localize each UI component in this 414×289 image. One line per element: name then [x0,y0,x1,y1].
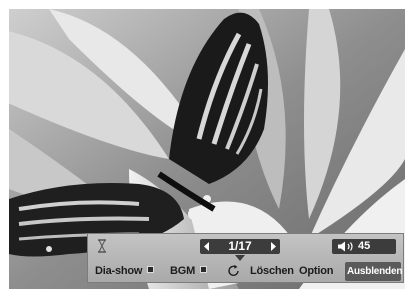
bgm-button[interactable]: BGM [168,262,209,281]
toolbar-button-row: Dia-show BGM Löschen Option Ausblenden [88,259,403,283]
hourglass-icon [98,239,106,253]
photo-viewer-screen: 1/17 45 Dia-show BGM Löschen Option Ausb… [9,9,405,289]
square-icon [147,266,155,273]
speaker-icon [338,241,353,252]
square-icon [200,266,208,273]
repeat-icon[interactable] [227,264,241,278]
page-counter: 1/17 [228,239,252,253]
delete-button[interactable]: Löschen [248,262,296,281]
toolbar-status-row: 1/17 45 [88,234,403,261]
option-label: Option [299,265,334,277]
slideshow-toolbar: 1/17 45 Dia-show BGM Löschen Option Ausb… [87,233,404,283]
option-button[interactable]: Option [297,262,335,281]
prev-icon[interactable] [202,241,212,252]
slideshow-button[interactable]: Dia-show [93,262,156,281]
delete-label: Löschen [250,265,294,277]
volume-value: 45 [358,240,371,252]
slideshow-label: Dia-show [95,265,143,277]
next-icon[interactable] [268,241,278,252]
volume-indicator[interactable]: 45 [332,239,396,254]
page-navigator: 1/17 [200,239,280,254]
hide-button[interactable]: Ausblenden [345,262,403,281]
bgm-label: BGM [170,265,196,277]
hide-label: Ausblenden [347,266,403,277]
